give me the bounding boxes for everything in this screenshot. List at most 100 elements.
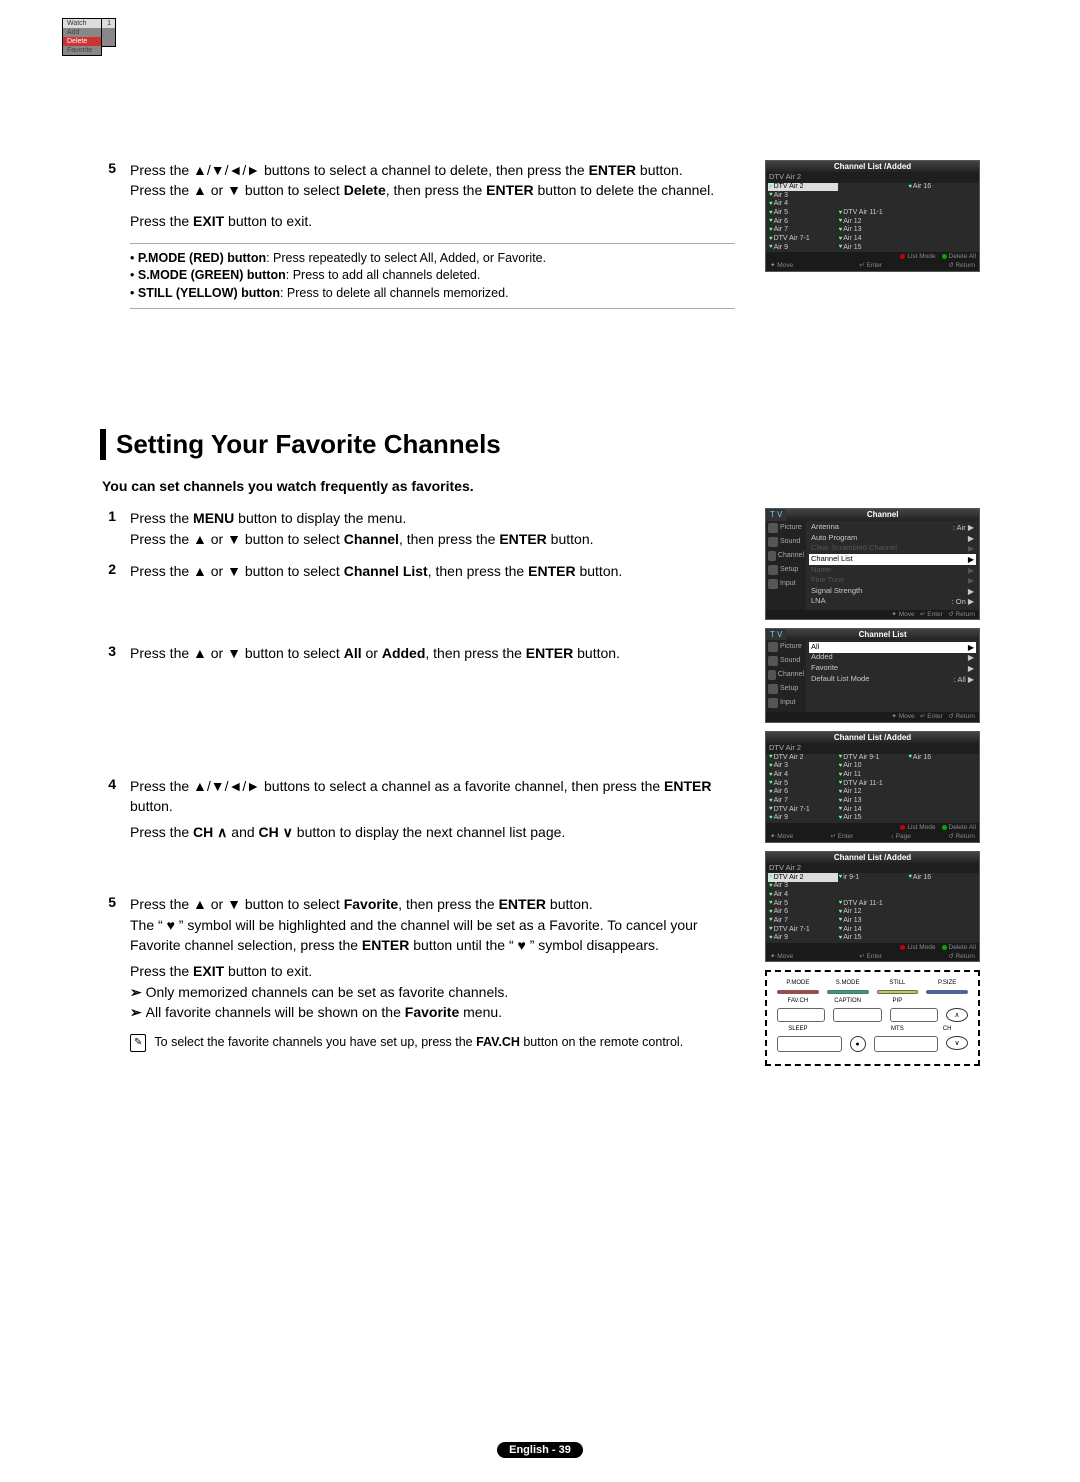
step-text: Press the ▲ or ▼ button to select Delete… <box>130 180 735 200</box>
channel-item: ♥ DTV Air 11-1 <box>838 899 908 908</box>
channel-item: ♥ DTV Air 7-1 <box>768 925 838 934</box>
channel-item: ♥ Air 9 <box>768 934 838 943</box>
side-nav-item: Channel <box>766 668 806 682</box>
menu-row: Fine Tune ▶ <box>809 576 976 587</box>
channel-item <box>907 797 977 806</box>
channel-item: ♥ Air 12 <box>838 217 908 226</box>
smode-button <box>827 990 869 994</box>
arrow-note: All favorite channels will be shown on t… <box>130 1002 735 1022</box>
channel-item: ♥ Air 16 <box>907 754 977 763</box>
bullet: • STILL (YELLOW) button: Press to delete… <box>130 285 735 303</box>
menu-row: Added ▶ <box>809 653 976 664</box>
menu-row: All ▶ <box>809 642 976 653</box>
channel-item <box>907 235 977 244</box>
side-nav-item: Setup <box>766 563 806 577</box>
channel-item <box>907 779 977 788</box>
step-1: 1 Press the MENU button to display the m… <box>100 508 735 549</box>
channel-item <box>907 814 977 823</box>
channel-item <box>907 882 977 891</box>
osd-channel-list-favorite-popup: Channel List /Added DTV Air 2 ♥ DTV Air … <box>765 851 980 963</box>
page-footer: English - 39 <box>0 1440 1080 1458</box>
channel-item: ♥ Air 7 <box>768 226 838 235</box>
caption-button <box>833 1008 881 1022</box>
channel-item <box>907 788 977 797</box>
channel-item: ♥ Air 3 <box>768 191 838 200</box>
channel-item: ♥ Air 7 <box>768 917 838 926</box>
psize-button <box>926 990 968 994</box>
channel-item: ♥ Air 12 <box>838 788 908 797</box>
channel-item: ♥ Air 14 <box>838 925 908 934</box>
channel-item: ♥ DTV Air 2 <box>768 873 838 882</box>
channel-item: ♥ Air 12 <box>838 908 908 917</box>
channel-item: ♥ Air 5 <box>768 899 838 908</box>
osd-channel-list-delete: Channel List /Added DTV Air 2 ♥ DTV Air … <box>765 160 980 272</box>
info-note: ✎ To select the favorite channels you ha… <box>130 1034 735 1052</box>
osd-channel-list-added-page: Channel List /Added DTV Air 2 ♥ DTV Air … <box>765 731 980 843</box>
channel-item <box>838 183 908 192</box>
step-text: Press the ▲/▼/◄/► buttons to select a ch… <box>130 160 735 180</box>
step-text: Press the EXIT button to exit. <box>130 211 735 231</box>
osd-channel-list-menu: T V Channel List PictureSoundChannelSetu… <box>765 628 980 723</box>
channel-item: ♥ Air 4 <box>768 771 838 780</box>
menu-row: Antenna: Air ▶ <box>809 523 976 534</box>
channel-item <box>838 200 908 209</box>
menu-row: LNA: On ▶ <box>809 597 976 608</box>
side-nav-item: Channel <box>766 549 806 563</box>
channel-item: ♥ Air 6 <box>768 908 838 917</box>
channel-item <box>907 226 977 235</box>
channel-item <box>907 891 977 900</box>
info-icon: ✎ <box>130 1034 146 1052</box>
sleep-button <box>777 1036 842 1052</box>
channel-item: ♥ Air 5 <box>768 209 838 218</box>
channel-item: ♥ Air 14 <box>838 805 908 814</box>
channel-item: ♥ Air 6 <box>768 217 838 226</box>
ch-down-button: ∨ <box>946 1036 968 1050</box>
osd-title: Channel List /Added <box>766 161 979 172</box>
side-nav-item: Sound <box>766 535 806 549</box>
channel-item: ♥ Air 9 <box>768 814 838 823</box>
channel-item <box>907 899 977 908</box>
channel-item: ♥ DTV Air 11-1 <box>838 779 908 788</box>
channel-item: ♥ Air 4 <box>768 891 838 900</box>
channel-item: ♥ Air 15 <box>838 243 908 252</box>
channel-item: ♥ DTV Air 7-1 <box>768 235 838 244</box>
pip-button <box>890 1008 938 1022</box>
menu-row: Signal Strength ▶ <box>809 586 976 597</box>
channel-item: ♥ Air 11 <box>838 771 908 780</box>
osd-subtitle: DTV Air 2 <box>766 172 979 183</box>
channel-item: ♥ ir 9-1 <box>838 873 908 882</box>
channel-item <box>907 925 977 934</box>
delete-step-5: 5 Press the ▲/▼/◄/► buttons to select a … <box>100 160 735 231</box>
channel-item: ♥ Air 4 <box>768 200 838 209</box>
channel-item: ♥ Air 13 <box>838 917 908 926</box>
channel-item <box>838 882 908 891</box>
channel-item <box>907 934 977 943</box>
step-2: 2 Press the ▲ or ▼ button to select Chan… <box>100 561 735 581</box>
still-button <box>877 990 919 994</box>
button-notes-box: • P.MODE (RED) button: Press repeatedly … <box>130 243 735 310</box>
favch-button <box>777 1008 825 1022</box>
menu-row: Favorite ▶ <box>809 663 976 674</box>
menu-row: Clear Scrambled Channel ▶ <box>809 544 976 555</box>
osd-enter: ↵ Enter <box>859 262 882 269</box>
rec-button: ● <box>850 1036 866 1052</box>
section-heading: Setting Your Favorite Channels <box>100 429 980 460</box>
side-nav-item: Input <box>766 696 806 710</box>
channel-item: ♥ Air 9 <box>768 243 838 252</box>
osd-popup: Watch Add Delete Favorite <box>62 18 102 56</box>
channel-item: ♥ DTV Air 11-1 <box>838 209 908 218</box>
ch-up-button: ∧ <box>946 1008 968 1022</box>
menu-row: Default List Mode: All ▶ <box>809 674 976 685</box>
channel-item: ♥ Air 14 <box>838 235 908 244</box>
section-intro: You can set channels you watch frequentl… <box>102 478 980 494</box>
mts-button <box>874 1036 939 1052</box>
channel-item: ♥ Air 13 <box>838 226 908 235</box>
channel-item: ♥ Air 16 <box>907 183 977 192</box>
channel-item <box>907 217 977 226</box>
menu-row: Name ▶ <box>809 565 976 576</box>
menu-row: Channel List ▶ <box>809 554 976 565</box>
step-4: 4 Press the ▲/▼/◄/► buttons to select a … <box>100 776 735 843</box>
osd-return: ↺ Return <box>948 262 975 269</box>
channel-item <box>907 209 977 218</box>
remote-control-diagram: P.MODE S.MODE STILL P.SIZE FAV.CH CAPTIO… <box>765 970 980 1066</box>
